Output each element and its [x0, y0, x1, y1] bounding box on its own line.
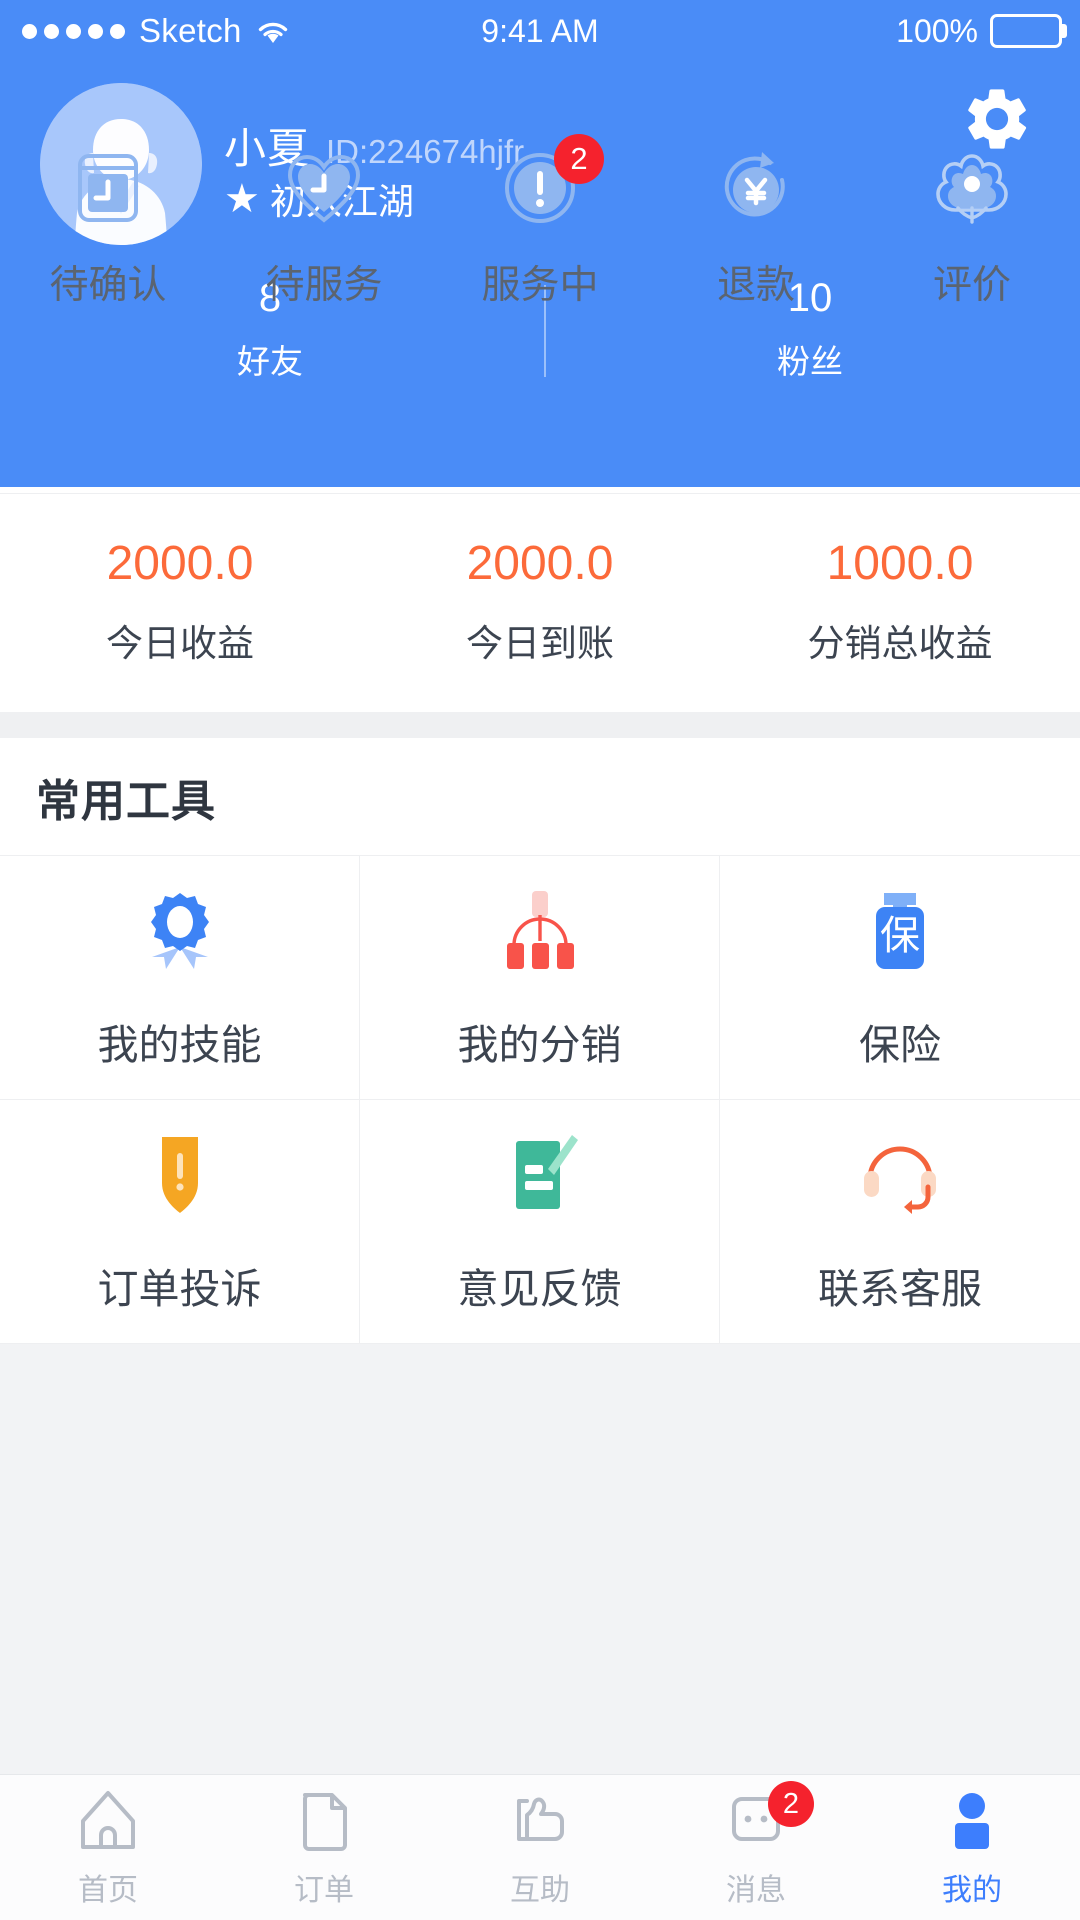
settings-gear-button[interactable]: [960, 82, 1034, 156]
tool-label: 我的分销: [457, 1021, 622, 1068]
tools-card: 常用工具 我的技能 我的分销 保 保险 订单投诉 意见反馈 联系客服: [0, 738, 1080, 1344]
battery-percent-label: 100%: [896, 12, 978, 49]
tab-label: 我的: [942, 1873, 1002, 1907]
wallet-stat-value: 1000.0: [826, 537, 974, 590]
tab-mutual-help[interactable]: 互助: [432, 1775, 648, 1920]
tool-label: 我的技能: [97, 1021, 262, 1068]
tab-label: 首页: [78, 1873, 138, 1907]
tool-label: 订单投诉: [97, 1265, 262, 1312]
order-status-label: 待确认: [49, 264, 167, 307]
wallet-stat-value: 2000.0: [106, 537, 254, 590]
refund-yuan-icon: [714, 146, 798, 230]
skill-medal-icon: [134, 885, 226, 977]
gear-icon: [968, 89, 1027, 149]
tools-grid: 我的技能 我的分销 保 保险 订单投诉 意见反馈 联系客服: [0, 856, 1080, 1344]
distribution-network-icon: [494, 885, 586, 977]
tab-label: 互助: [510, 1873, 570, 1907]
person-icon: [939, 1787, 1005, 1853]
complaint-shield-icon: [134, 1129, 226, 1221]
stat-label: 好友: [237, 343, 303, 380]
tool-order-complaint[interactable]: 订单投诉: [0, 1100, 360, 1344]
feedback-note-icon: [494, 1129, 586, 1221]
order-status-pending-confirm[interactable]: 待确认: [0, 146, 216, 310]
order-status-in-service[interactable]: 2 服务中: [432, 134, 648, 310]
wallet-stat-label: 今日到账: [466, 623, 614, 664]
app-screen: Sketch 9:41 AM 100% 小夏 ID:224674hjfr ★ 初…: [0, 0, 1080, 1920]
pending-service-heart-icon: [282, 146, 366, 230]
tool-insurance[interactable]: 保 保险: [720, 856, 1080, 1100]
tab-orders[interactable]: 订单: [216, 1775, 432, 1920]
tab-home[interactable]: 首页: [0, 1775, 216, 1920]
tool-contact-support[interactable]: 联系客服: [720, 1100, 1080, 1344]
order-status-label: 退款: [716, 264, 795, 307]
handshake-icon: [507, 1787, 573, 1853]
order-status-badge: 2: [554, 134, 604, 184]
wallet-stat-label: 今日收益: [106, 623, 254, 664]
wallet-stat-value: 2000.0: [466, 537, 614, 590]
pending-confirm-icon: [66, 146, 150, 230]
headset-support-icon: [854, 1129, 946, 1221]
status-bar-right: 100%: [896, 0, 1062, 62]
bottom-tab-bar: 首页 订单 互助 2 消息 我的: [0, 1774, 1080, 1920]
order-status-refund[interactable]: 退款: [648, 146, 864, 310]
review-flower-icon: [930, 146, 1014, 230]
status-bar: Sketch 9:41 AM 100%: [0, 0, 1080, 62]
wallet-stats-row: 2000.0 今日收益 2000.0 今日到账 1000.0 分销总收益: [0, 494, 1080, 712]
wallet-stat-distribution-total[interactable]: 1000.0 分销总收益: [720, 536, 1080, 667]
order-status-review[interactable]: 评价: [864, 146, 1080, 310]
tool-my-skills[interactable]: 我的技能: [0, 856, 360, 1100]
tab-profile[interactable]: 我的: [864, 1775, 1080, 1920]
tool-label: 意见反馈: [457, 1265, 622, 1312]
section-gap: [0, 712, 1080, 738]
tool-label: 保险: [859, 1021, 941, 1068]
tab-label: 消息: [726, 1873, 786, 1907]
tool-my-distribution[interactable]: 我的分销: [360, 856, 720, 1100]
tab-label: 订单: [294, 1873, 354, 1907]
tools-header: 常用工具: [0, 738, 1080, 856]
battery-full-icon: [990, 14, 1062, 48]
order-status-label: 评价: [932, 264, 1011, 307]
tool-feedback[interactable]: 意见反馈: [360, 1100, 720, 1344]
wallet-stat-today-income[interactable]: 2000.0 今日收益: [0, 536, 360, 667]
insurance-bao-icon: 保: [854, 885, 946, 977]
wallet-stat-today-received[interactable]: 2000.0 今日到账: [360, 536, 720, 667]
tab-messages[interactable]: 2 消息: [648, 1775, 864, 1920]
order-status-label: 服务中: [481, 264, 599, 307]
wallet-stat-label: 分销总收益: [807, 623, 993, 664]
document-icon: [291, 1787, 357, 1853]
tools-title: 常用工具: [36, 776, 216, 826]
order-status-label: 待服务: [265, 264, 383, 307]
tool-label: 联系客服: [818, 1265, 982, 1312]
stat-label: 粉丝: [777, 343, 843, 380]
home-icon: [75, 1787, 141, 1853]
tab-badge: 2: [768, 1781, 814, 1827]
svg-text:保: 保: [880, 914, 920, 958]
order-status-pending-service[interactable]: 待服务: [216, 146, 432, 310]
